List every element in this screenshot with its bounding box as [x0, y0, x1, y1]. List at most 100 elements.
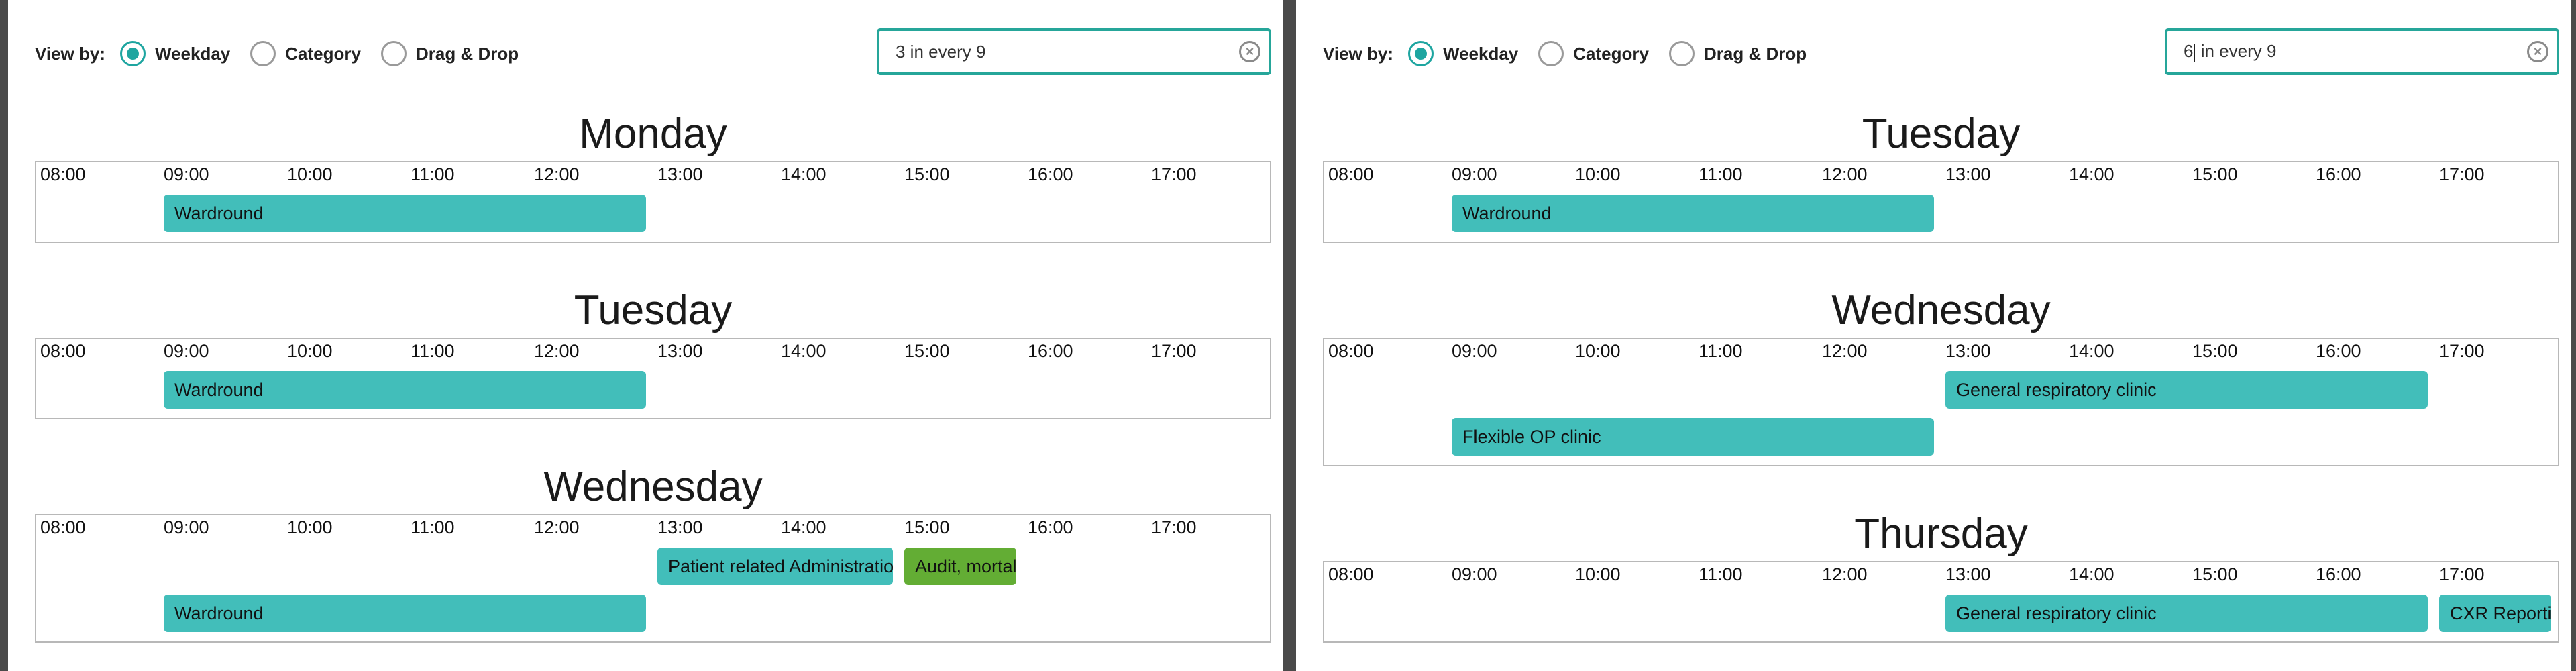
view-option-label: Weekday [155, 43, 231, 64]
day-timeline: 08:00 09:00 10:00 11:00 12:00 13:00 14:00 15:00… [35, 514, 1271, 643]
hour-tick-label: 16:00 [1028, 164, 1073, 185]
event-flexible-op-clinic[interactable]: Flexible OP clinic [1452, 418, 1934, 456]
hour-tick-label: 11:00 [411, 164, 455, 185]
hour-tick-label: 14:00 [2069, 564, 2114, 584]
hour-tick-label: 09:00 [1452, 341, 1497, 361]
hour-tick-label: 13:00 [657, 341, 703, 361]
hour-tick-label: 10:00 [1575, 341, 1621, 361]
hour-tick-label: 16:00 [1028, 517, 1073, 537]
rotation-input-value[interactable]: 3 in every 9 [896, 42, 1239, 62]
view-option-weekday[interactable]: Weekday [120, 41, 230, 66]
clear-icon[interactable]: × [1239, 41, 1260, 62]
day-timeline: 08:00 09:00 10:00 11:00 12:00 13:00 14:00 15:00… [35, 161, 1271, 243]
hour-tick-label: 15:00 [2192, 341, 2238, 361]
hour-tick-label: 08:00 [1328, 164, 1374, 185]
day-section-monday: Monday 08:00 09:00 10:00 11:00 12:00 13:00 14:… [35, 107, 1271, 243]
hour-tick-label: 11:00 [411, 517, 455, 537]
view-option-label: Category [1573, 43, 1649, 64]
rotation-input-text-after-caret: in every 9 [2196, 41, 2277, 62]
day-title: Wednesday [1831, 287, 2051, 333]
hour-tick-label: 13:00 [1945, 164, 1991, 185]
hour-tick-label: 17:00 [2439, 564, 2485, 584]
hour-tick-label: 16:00 [2316, 164, 2361, 185]
radio-unchecked-icon[interactable] [1668, 41, 1695, 66]
hour-tick-label: 08:00 [40, 164, 86, 185]
radio-unchecked-icon[interactable] [250, 41, 276, 66]
day-section-tuesday: Tuesday 08:00 09:00 10:00 11:00 12:00 13:00 14… [35, 284, 1271, 419]
hour-tick-label: 17:00 [1151, 164, 1197, 185]
day-section-wednesday: Wednesday 08:00 09:00 10:00 11:00 12:00 13:00… [1323, 284, 2559, 466]
hour-tick-label: 12:00 [1822, 564, 1868, 584]
day-title: Tuesday [574, 287, 733, 333]
rotation-input[interactable]: 3 in every 9 × [877, 28, 1271, 75]
hour-tick-label: 16:00 [2316, 341, 2361, 361]
hour-tick-label: 10:00 [1575, 564, 1621, 584]
rotation-input[interactable]: 6 in every 9 × [2165, 28, 2559, 75]
hour-tick-label: 15:00 [904, 517, 950, 537]
event-audit-mortality[interactable]: Audit, mortality [904, 548, 1016, 585]
day-section-wednesday: Wednesday 08:00 09:00 10:00 11:00 12:00 13:00… [35, 460, 1271, 643]
view-option-label: Weekday [1443, 43, 1519, 64]
radio-checked-icon[interactable] [120, 41, 146, 66]
event-wardround[interactable]: Wardround [164, 595, 646, 632]
hour-tick-label: 17:00 [1151, 517, 1197, 537]
hour-tick-label: 12:00 [1822, 164, 1868, 185]
hour-tick-label: 10:00 [1575, 164, 1621, 185]
event-cxr-reporting[interactable]: CXR Reporting [2439, 595, 2551, 632]
day-title: Tuesday [1862, 111, 2021, 157]
hour-tick-label: 14:00 [781, 164, 826, 185]
day-section-thursday: Thursday 08:00 09:00 10:00 11:00 12:00 13:00 1… [1323, 507, 2559, 643]
hour-tick-label: 12:00 [1822, 341, 1868, 361]
hour-tick-label: 15:00 [2192, 564, 2238, 584]
view-option-category[interactable]: Category [1538, 41, 1649, 66]
event-patient-related-administration[interactable]: Patient related Administration [657, 548, 893, 585]
day-section-tuesday: Tuesday 08:00 09:00 10:00 11:00 12:00 13:00 14… [1323, 107, 2559, 243]
view-option-weekday[interactable]: Weekday [1408, 41, 1518, 66]
hour-tick-label: 09:00 [1452, 164, 1497, 185]
radio-unchecked-icon[interactable] [1538, 41, 1564, 66]
hour-tick-label: 11:00 [411, 341, 455, 361]
hour-tick-label: 10:00 [287, 341, 333, 361]
event-general-respiratory-clinic[interactable]: General respiratory clinic [1945, 371, 2428, 409]
radio-checked-icon[interactable] [1408, 41, 1434, 66]
view-option-label: Category [285, 43, 361, 64]
view-option-drag-drop[interactable]: Drag & Drop [1668, 41, 1807, 66]
day-title: Thursday [1854, 511, 2028, 557]
hour-tick-label: 11:00 [1699, 341, 1743, 361]
clear-icon[interactable]: × [2527, 41, 2548, 62]
rotation-input-value[interactable]: 6 in every 9 [2184, 41, 2527, 62]
day-title: Monday [579, 111, 727, 157]
event-wardround[interactable]: Wardround [164, 195, 646, 232]
hour-tick-label: 15:00 [2192, 164, 2238, 185]
hour-tick-label: 09:00 [164, 341, 209, 361]
event-wardround[interactable]: Wardround [1452, 195, 1934, 232]
hour-tick-label: 08:00 [1328, 564, 1374, 584]
view-by-label: View by: [35, 43, 106, 64]
radio-unchecked-icon[interactable] [380, 41, 407, 66]
hour-tick-label: 12:00 [534, 341, 580, 361]
event-wardround[interactable]: Wardround [164, 371, 646, 409]
hour-tick-label: 13:00 [657, 164, 703, 185]
view-option-category[interactable]: Category [250, 41, 361, 66]
view-option-drag-drop[interactable]: Drag & Drop [380, 41, 519, 66]
schedule-panel-right: View by: Weekday Category Drag & Drop 6 … [1296, 0, 2571, 671]
event-general-respiratory-clinic[interactable]: General respiratory clinic [1945, 595, 2428, 632]
day-timeline: 08:00 09:00 10:00 11:00 12:00 13:00 14:00 15:00… [35, 338, 1271, 419]
hour-tick-label: 13:00 [1945, 564, 1991, 584]
rotation-input-text-before-caret: 6 [2184, 41, 2194, 62]
hour-tick-label: 12:00 [534, 164, 580, 185]
view-option-label: Drag & Drop [1703, 43, 1807, 64]
hour-tick-label: 14:00 [781, 517, 826, 537]
hour-tick-label: 12:00 [534, 517, 580, 537]
hour-tick-label: 08:00 [40, 341, 86, 361]
hour-tick-label: 13:00 [1945, 341, 1991, 361]
hour-tick-label: 16:00 [2316, 564, 2361, 584]
day-timeline: 08:00 09:00 10:00 11:00 12:00 13:00 14:00 15:00… [1323, 561, 2559, 643]
hour-tick-label: 10:00 [287, 517, 333, 537]
view-by-group: View by: Weekday Category Drag & Drop [35, 37, 539, 70]
schedule-panel-left: View by: Weekday Category Drag & Drop 3 … [8, 0, 1283, 671]
hour-tick-label: 17:00 [2439, 164, 2485, 185]
hour-tick-label: 11:00 [1699, 564, 1743, 584]
hour-tick-label: 17:00 [1151, 341, 1197, 361]
hour-tick-label: 16:00 [1028, 341, 1073, 361]
